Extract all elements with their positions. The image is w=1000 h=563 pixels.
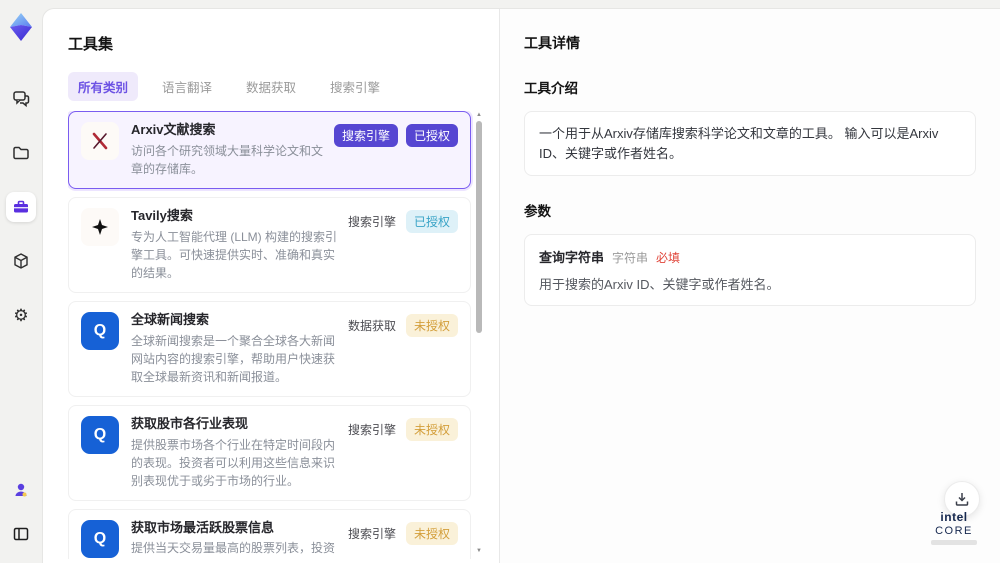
tool-name: Arxiv文献搜索 bbox=[131, 122, 216, 137]
tool-description: 专为人工智能代理 (LLM) 构建的搜索引擎工具。可快速提供实时、准确和真实的结… bbox=[131, 229, 338, 280]
tool-item-most-active-stocks[interactable]: Q 获取市场最活跃股票信息 提供当天交易量最高的股票列表，投资者可以利用这些信息… bbox=[68, 508, 471, 559]
param-required-badge: 必填 bbox=[656, 251, 681, 265]
page-title: 工具集 bbox=[68, 36, 114, 53]
tool-name: 获取市场最活跃股票信息 bbox=[131, 519, 275, 535]
tab-search-engine[interactable]: 搜索引擎 bbox=[320, 72, 390, 101]
scroll-down-arrow[interactable]: ▼ bbox=[475, 547, 483, 555]
settings-icon[interactable]: ⚙ bbox=[6, 300, 36, 330]
category-badge: 搜索引擎 bbox=[347, 526, 396, 541]
status-badge: 未授权 bbox=[405, 521, 458, 545]
tool-name: 全球新闻搜索 bbox=[131, 311, 210, 327]
intro-text: 一个用于从Arxiv存储库搜索科学论文和文章的工具。 输入可以是Arxiv ID… bbox=[539, 126, 939, 161]
param-type: 字符串 bbox=[612, 251, 649, 265]
tool-description: 提供当天交易量最高的股票列表，投资者可以利用这些信息来识别流动性强的股票和潜在的… bbox=[131, 541, 336, 556]
app-rail: ⚙ bbox=[0, 0, 42, 563]
app-logo-icon bbox=[10, 13, 32, 41]
toolbox-icon[interactable] bbox=[6, 192, 36, 222]
tab-all-categories[interactable]: 所有类别 bbox=[68, 72, 139, 101]
param-card: 查询字符串 字符串 必填 用于搜索的Arxiv ID、关键字或作者姓名。 bbox=[524, 234, 976, 306]
brand-core: CORE bbox=[935, 524, 973, 537]
tool-item-sector-performance[interactable]: Q 获取股市各行业表现 提供股票市场各个行业在特定时间段内的表现。投资者可以利用… bbox=[68, 404, 471, 501]
scrollbar-thumb[interactable] bbox=[476, 121, 482, 333]
user-icon[interactable] bbox=[6, 475, 36, 505]
panel-toggle-icon[interactable] bbox=[6, 519, 36, 549]
status-badge: 未授权 bbox=[405, 417, 458, 441]
param-name: 查询字符串 bbox=[539, 250, 605, 265]
tool-description: 访问各个研究领域大量科学论文和文章的存储库。 bbox=[131, 143, 324, 176]
blue-search-app-icon: Q bbox=[81, 311, 119, 350]
tool-name: 获取股市各行业表现 bbox=[131, 415, 249, 431]
category-badge: 搜索引擎 bbox=[333, 124, 398, 147]
category-badge: 搜索引擎 bbox=[347, 214, 396, 229]
tool-name: Tavily搜索 bbox=[131, 207, 193, 223]
intel-core-logo: intel CORE bbox=[922, 509, 986, 545]
intro-card: 一个用于从Arxiv存储库搜索科学论文和文章的工具。 输入可以是Arxiv ID… bbox=[524, 111, 976, 176]
tab-data-fetch[interactable]: 数据获取 bbox=[236, 72, 306, 101]
param-description: 用于搜索的Arxiv ID、关键字或作者姓名。 bbox=[539, 277, 780, 292]
tool-list-panel: 工具集 所有类别 语言翻译 数据获取 搜索引擎 Arxiv文献搜索 访问各个研究… bbox=[43, 9, 499, 563]
status-badge: 未授权 bbox=[405, 313, 458, 337]
sparkle-icon bbox=[81, 207, 119, 246]
category-badge: 搜索引擎 bbox=[347, 422, 396, 437]
status-badge: 已授权 bbox=[405, 124, 458, 147]
blue-search-app-icon: Q bbox=[81, 415, 119, 454]
details-title: 工具详情 bbox=[524, 35, 580, 51]
category-tabs: 所有类别 语言翻译 数据获取 搜索引擎 bbox=[68, 72, 483, 101]
arxiv-logo-icon bbox=[81, 122, 119, 160]
tool-item-global-news[interactable]: Q 全球新闻搜索 全球新闻搜索是一个聚合全球各大新闻网站内容的搜索引擎，帮助用户… bbox=[68, 300, 471, 397]
intro-heading: 工具介绍 bbox=[524, 81, 578, 96]
scrollbar: ▲ ▼ bbox=[475, 111, 483, 559]
status-badge: 已授权 bbox=[405, 209, 458, 233]
params-heading: 参数 bbox=[524, 204, 551, 219]
chat-icon[interactable] bbox=[6, 84, 36, 114]
tool-description: 全球新闻搜索是一个聚合全球各大新闻网站内容的搜索引擎，帮助用户快速获取全球最新资… bbox=[131, 333, 336, 384]
package-icon[interactable] bbox=[6, 246, 36, 276]
main-content: 工具集 所有类别 语言翻译 数据获取 搜索引擎 Arxiv文献搜索 访问各个研究… bbox=[42, 8, 1000, 563]
tool-item-tavily[interactable]: Tavily搜索 专为人工智能代理 (LLM) 构建的搜索引擎工具。可快速提供实… bbox=[68, 196, 471, 293]
blue-search-app-icon: Q bbox=[81, 519, 119, 558]
tool-details-panel: 工具详情 工具介绍 一个用于从Arxiv存储库搜索科学论文和文章的工具。 输入可… bbox=[499, 9, 1000, 563]
brand-subline bbox=[931, 540, 977, 545]
folder-icon[interactable] bbox=[6, 138, 36, 168]
tool-list: Arxiv文献搜索 访问各个研究领域大量科学论文和文章的存储库。 搜索引擎 已授… bbox=[68, 111, 483, 559]
scroll-up-arrow[interactable]: ▲ bbox=[475, 111, 483, 119]
tool-description: 提供股票市场各个行业在特定时间段内的表现。投资者可以利用这些信息来识别表现优于或… bbox=[131, 437, 336, 488]
tool-item-arxiv[interactable]: Arxiv文献搜索 访问各个研究领域大量科学论文和文章的存储库。 搜索引擎 已授… bbox=[68, 111, 471, 189]
brand-intel: intel bbox=[940, 509, 968, 524]
tab-language-translation[interactable]: 语言翻译 bbox=[152, 72, 222, 101]
category-badge: 数据获取 bbox=[347, 318, 396, 333]
